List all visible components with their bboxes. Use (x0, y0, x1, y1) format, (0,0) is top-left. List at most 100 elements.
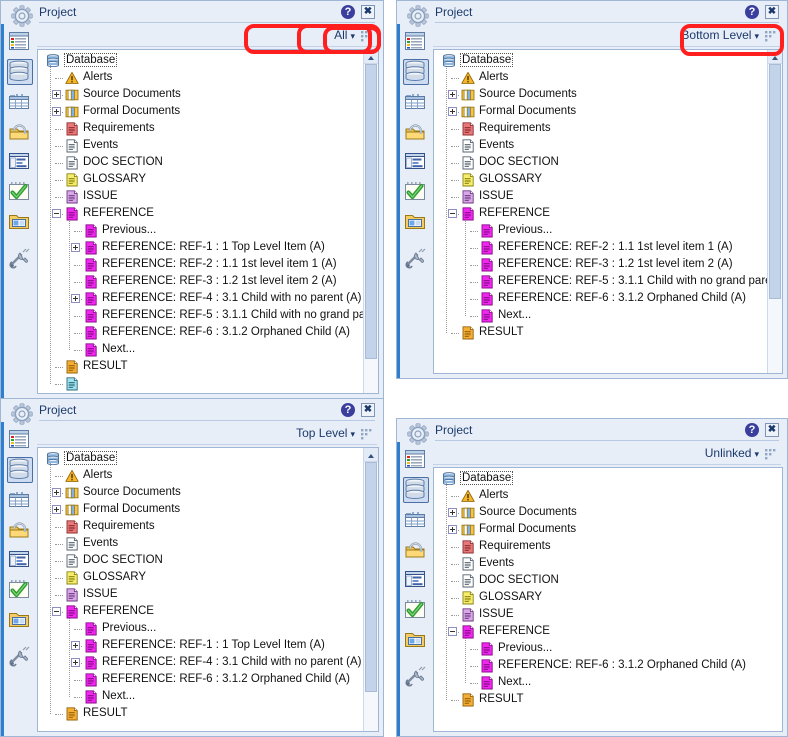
tree-item-icon-doc-magenta (65, 207, 79, 221)
expand-icon[interactable] (52, 488, 61, 497)
help-icon[interactable]: ? (745, 5, 759, 19)
expand-icon[interactable] (71, 294, 80, 303)
rail-security-view[interactable] (7, 119, 33, 145)
gear-icon[interactable] (407, 5, 429, 27)
filter-dropdown[interactable]: Unlinked ▾ (705, 446, 759, 460)
rail-archive-view[interactable] (7, 209, 33, 235)
rail-tasks-view[interactable] (403, 179, 429, 205)
tree-item-icon-doc-violet (65, 190, 79, 204)
project-panel-bottom-level: Project? ✖ Bottom Level ▾ Database Alerts Sour… (396, 0, 788, 379)
chevron-down-icon: ▾ (350, 31, 355, 41)
help-icon[interactable]: ? (341, 5, 355, 19)
resize-grip-icon[interactable] (764, 448, 778, 461)
filter-dropdown[interactable]: Bottom Level ▾ (681, 28, 759, 42)
tree-item-icon-folderdoc (461, 506, 475, 520)
filter-separator (433, 464, 781, 465)
rail-modules-view[interactable] (7, 29, 33, 55)
rail-modules-view[interactable] (7, 427, 33, 453)
tree-connector (446, 64, 447, 333)
gear-icon[interactable] (11, 403, 33, 425)
project-tree[interactable]: Database Alerts Source Documents Formal Doc… (37, 447, 379, 732)
collapse-icon[interactable] (52, 607, 61, 616)
close-icon[interactable]: ✖ (361, 5, 375, 19)
collapse-icon[interactable] (448, 209, 457, 218)
help-icon[interactable]: ? (341, 403, 355, 417)
scrollbar-thumb[interactable] (769, 64, 781, 299)
rail-tools-view[interactable] (7, 645, 33, 671)
resize-grip-icon[interactable] (360, 30, 374, 43)
rail-tables-view[interactable] (403, 507, 429, 533)
expand-icon[interactable] (448, 525, 457, 534)
rail-properties-view[interactable] (403, 567, 429, 593)
tree-vertical-scrollbar[interactable] (767, 50, 782, 373)
rail-properties-view[interactable] (403, 149, 429, 175)
tree-item-icon-folderdoc (461, 105, 475, 119)
rail-security-view[interactable] (403, 119, 429, 145)
tree-item-icon-doc-magenta (84, 690, 98, 704)
scrollbar-thumb[interactable] (365, 64, 377, 359)
rail-archive-view[interactable] (403, 209, 429, 235)
collapse-icon[interactable] (448, 627, 457, 636)
tree-connector (451, 197, 459, 198)
filter-dropdown[interactable]: All ▾ (334, 28, 355, 42)
rail-modules-view[interactable] (403, 447, 429, 473)
expand-icon[interactable] (71, 243, 80, 252)
expand-icon[interactable] (52, 90, 61, 99)
scroll-up-arrow-icon[interactable] (364, 448, 378, 462)
close-icon[interactable]: ✖ (361, 403, 375, 417)
close-icon[interactable]: ✖ (765, 5, 779, 19)
rail-properties-view[interactable] (7, 149, 33, 175)
rail-database-view[interactable] (7, 59, 33, 85)
rail-archive-view[interactable] (7, 607, 33, 633)
expand-icon[interactable] (71, 658, 80, 667)
filter-dropdown[interactable]: Top Level ▾ (296, 426, 355, 440)
rail-tasks-view[interactable] (403, 597, 429, 623)
tree-vertical-scrollbar[interactable] (363, 448, 378, 731)
tree-connector (470, 649, 478, 650)
rail-tools-view[interactable] (403, 247, 429, 273)
resize-grip-icon[interactable] (360, 428, 374, 441)
expand-icon[interactable] (52, 505, 61, 514)
rail-tables-view[interactable] (7, 89, 33, 115)
rail-tasks-view[interactable] (7, 179, 33, 205)
rail-archive-view[interactable] (403, 627, 429, 653)
scrollbar-thumb[interactable] (365, 462, 377, 692)
tree-item-icon-doc-yellow (461, 173, 475, 187)
rail-tables-view[interactable] (7, 487, 33, 513)
panel-left-accent (397, 419, 400, 736)
tree-vertical-scrollbar[interactable] (363, 50, 378, 393)
tree-item-label: Requirements (83, 520, 155, 532)
scroll-up-arrow-icon[interactable] (364, 50, 378, 64)
close-icon[interactable]: ✖ (765, 423, 779, 437)
rail-tools-view[interactable] (7, 247, 33, 273)
project-tree[interactable]: Database Alerts Source Documents Formal Doc… (433, 49, 783, 374)
rail-database-view[interactable] (7, 457, 33, 483)
expand-icon[interactable] (448, 107, 457, 116)
rail-tasks-view[interactable] (7, 577, 33, 603)
rail-security-view[interactable] (7, 517, 33, 543)
rail-modules-view[interactable] (403, 29, 429, 55)
tree-connector (470, 265, 478, 266)
scroll-up-arrow-icon[interactable] (768, 50, 782, 64)
help-icon[interactable]: ? (745, 423, 759, 437)
rail-tables-view[interactable] (403, 89, 429, 115)
expand-icon[interactable] (448, 508, 457, 517)
rail-database-view[interactable] (403, 477, 429, 503)
rail-properties-view[interactable] (7, 547, 33, 573)
resize-grip-icon[interactable] (764, 30, 778, 43)
expand-icon[interactable] (52, 107, 61, 116)
gear-icon[interactable] (407, 423, 429, 445)
project-tree[interactable]: Database Alerts Source Documents Formal Doc… (433, 467, 783, 732)
tree-connector (55, 384, 63, 385)
expand-icon[interactable] (448, 90, 457, 99)
tree-item-label: Formal Documents (83, 105, 181, 117)
rail-database-view[interactable] (403, 59, 429, 85)
project-tree[interactable]: Database Alerts Source Documents Formal Doc… (37, 49, 379, 394)
tree-item-icon-folderdoc (65, 105, 79, 119)
tree-item-icon-doc-orange (461, 326, 475, 340)
gear-icon[interactable] (11, 5, 33, 27)
rail-tools-view[interactable] (403, 665, 429, 691)
rail-security-view[interactable] (403, 537, 429, 563)
expand-icon[interactable] (71, 641, 80, 650)
collapse-icon[interactable] (52, 209, 61, 218)
